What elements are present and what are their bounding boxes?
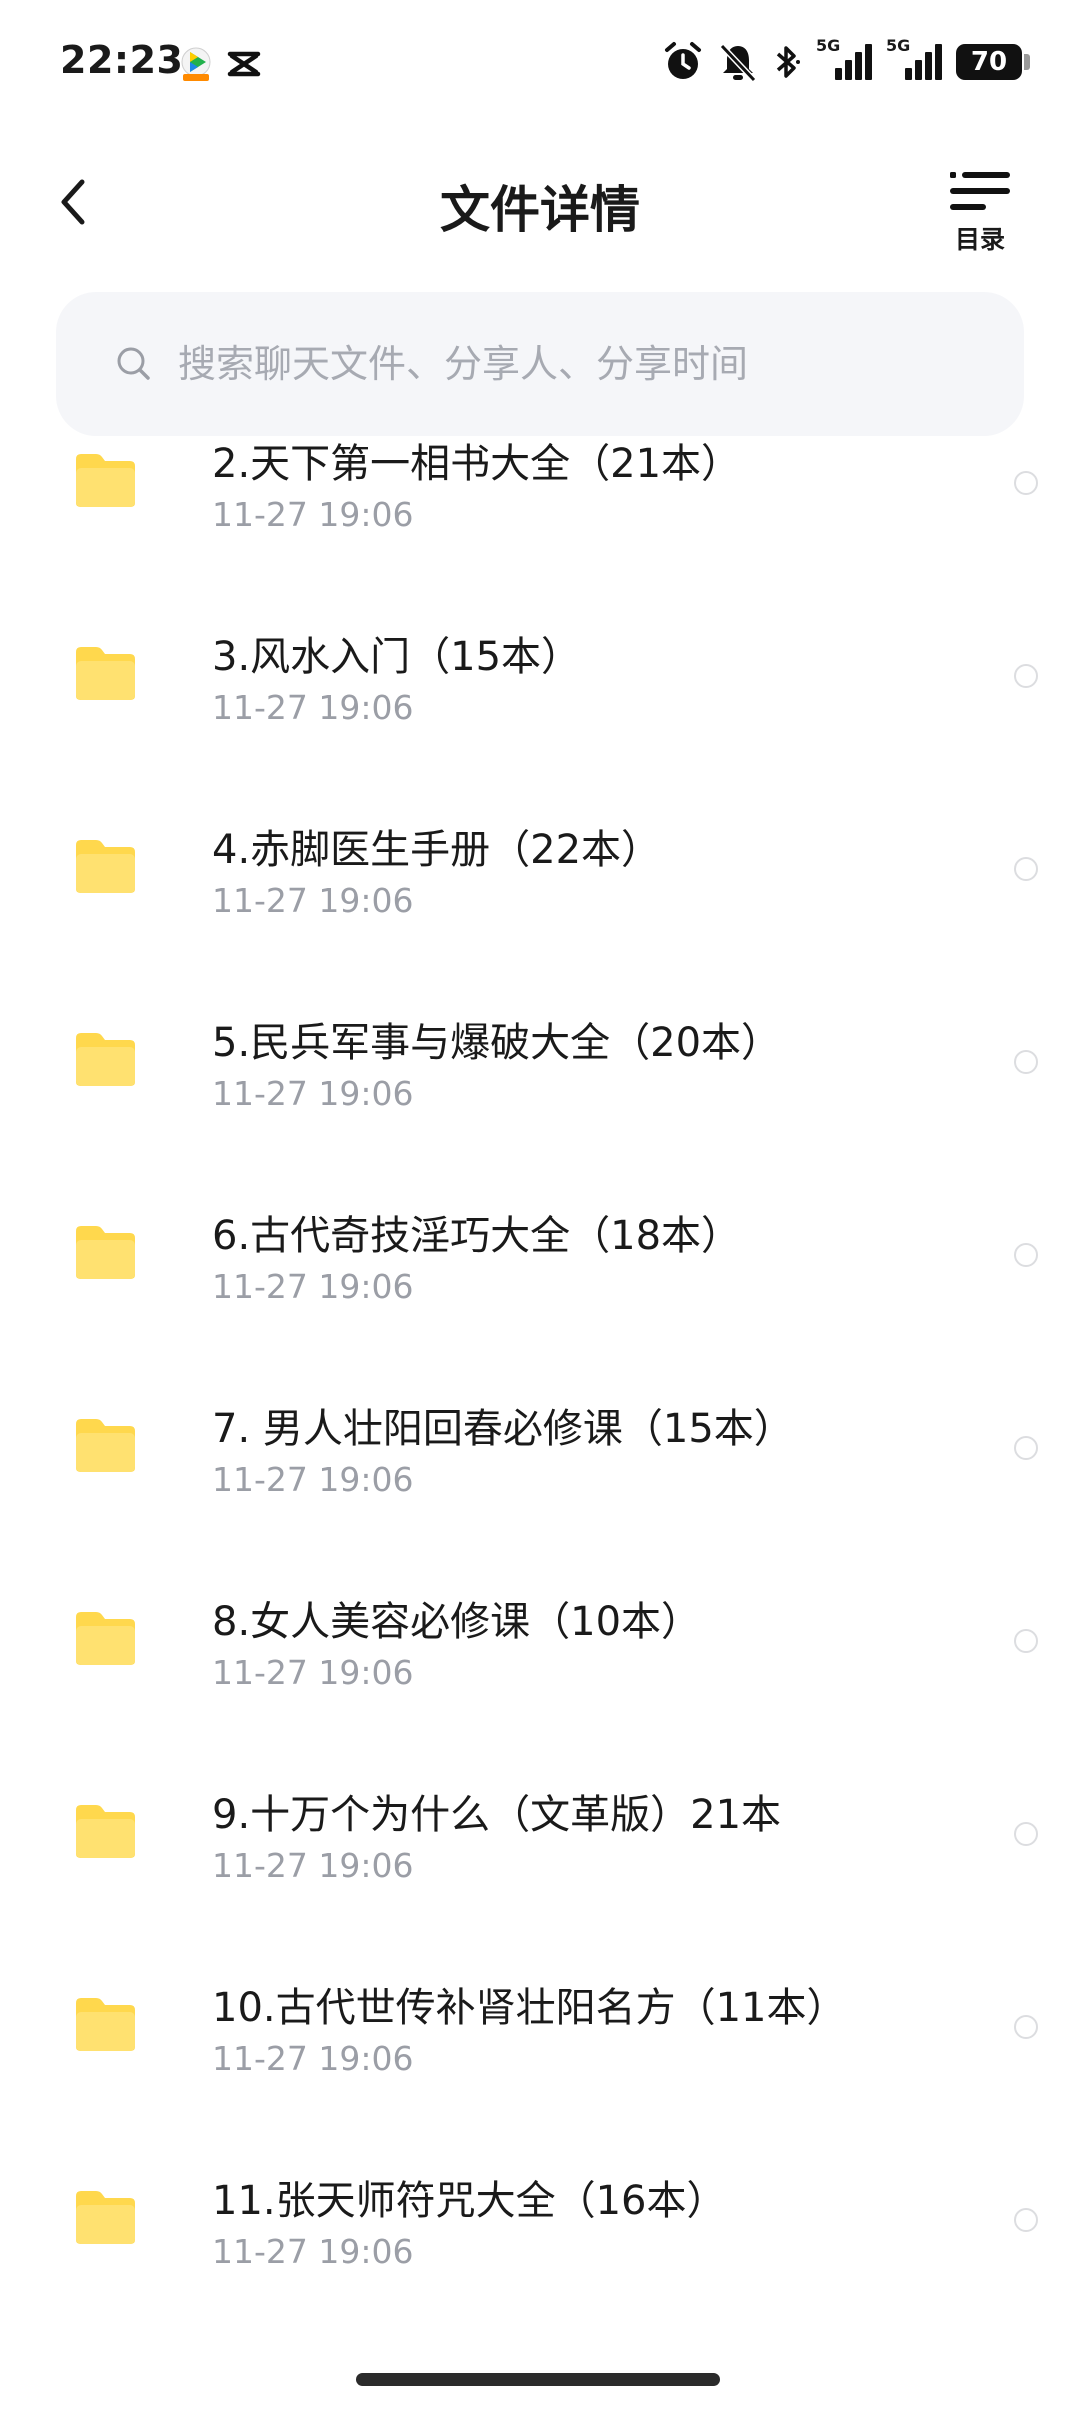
select-radio[interactable] (1014, 664, 1038, 688)
file-item[interactable]: 4.赤脚医生手册（22本） 11-27 19:06 (0, 773, 1080, 966)
select-radio[interactable] (1014, 2208, 1038, 2232)
folder-icon (76, 1805, 135, 1858)
file-date: 11-27 19:06 (212, 1460, 414, 1499)
folder-icon (76, 454, 135, 507)
folder-icon (76, 1226, 135, 1279)
search-input[interactable] (178, 342, 938, 386)
alarm-icon (665, 42, 701, 79)
signal-icon: 5G (886, 36, 942, 84)
toc-button[interactable]: 目录 (940, 168, 1020, 254)
file-date: 11-27 19:06 (212, 495, 414, 534)
file-name: 3.风水入门（15本） (212, 634, 582, 680)
file-item[interactable]: 5.民兵军事与爆破大全（20本） 11-27 19:06 (0, 966, 1080, 1159)
folder-icon (76, 647, 135, 700)
file-date: 11-27 19:06 (212, 1653, 414, 1692)
select-radio[interactable] (1014, 857, 1038, 881)
file-date: 11-27 19:06 (212, 1846, 414, 1885)
file-item[interactable]: 2.天下第一相书大全（21本） 11-27 19:06 (0, 436, 1080, 580)
file-date: 11-27 19:06 (212, 2232, 414, 2271)
select-radio[interactable] (1014, 1243, 1038, 1267)
file-date: 11-27 19:06 (212, 688, 414, 727)
home-indicator[interactable] (356, 2373, 720, 2386)
bell-off-icon (719, 43, 757, 83)
folder-icon (76, 1033, 135, 1086)
status-time: 22:23 (60, 38, 184, 82)
file-name: 7. 男人壮阳回春必修课（15本） (212, 1406, 794, 1452)
battery-icon: 70 (956, 44, 1030, 80)
file-item[interactable]: 6.古代奇技淫巧大全（18本） 11-27 19:06 (0, 1159, 1080, 1352)
select-radio[interactable] (1014, 2015, 1038, 2039)
list-icon (950, 172, 1010, 210)
search-icon (117, 347, 150, 380)
app-header: 文件详情 目录 (0, 150, 1080, 260)
file-name: 9.十万个为什么（文革版）21本 (212, 1792, 782, 1838)
file-item[interactable]: 10.古代世传补肾壮阳名方（11本） 11-27 19:06 (0, 1931, 1080, 2124)
select-radio[interactable] (1014, 471, 1038, 495)
page-title: 文件详情 (440, 181, 640, 239)
signal-icon: 5G (816, 36, 872, 84)
file-date: 11-27 19:06 (212, 881, 414, 920)
file-name: 6.古代奇技淫巧大全（18本） (212, 1213, 742, 1259)
file-name: 11.张天师符咒大全（16本） (212, 2178, 727, 2224)
folder-icon (76, 1998, 135, 2051)
status-icons: 5G 5G 70 (662, 36, 1030, 86)
file-item[interactable]: 3.风水入门（15本） 11-27 19:06 (0, 580, 1080, 773)
file-name: 4.赤脚医生手册（22本） (212, 827, 662, 873)
folder-icon (76, 840, 135, 893)
bluetooth-icon (776, 46, 800, 78)
file-item[interactable]: 7. 男人壮阳回春必修课（15本） 11-27 19:06 (0, 1352, 1080, 1545)
file-date: 11-27 19:06 (212, 2039, 414, 2078)
file-item[interactable]: 8.女人美容必修课（10本） 11-27 19:06 (0, 1545, 1080, 1738)
folder-icon (76, 1612, 135, 1665)
folder-icon (76, 2191, 135, 2244)
file-name: 8.女人美容必修课（10本） (212, 1599, 702, 1645)
file-name: 5.民兵军事与爆破大全（20本） (212, 1020, 782, 1066)
file-name: 10.古代世传补肾壮阳名方（11本） (212, 1985, 847, 2031)
search-box[interactable] (56, 292, 1024, 436)
select-radio[interactable] (1014, 1050, 1038, 1074)
folder-icon (76, 1419, 135, 1472)
file-item[interactable]: 11.张天师符咒大全（16本） 11-27 19:06 (0, 2124, 1080, 2317)
battery-level: 70 (970, 47, 1008, 77)
file-date: 11-27 19:06 (212, 1267, 414, 1306)
status-bar: 22:23 5G 5G 70 (0, 0, 1080, 120)
toc-label: 目录 (954, 225, 1005, 254)
select-radio[interactable] (1014, 1436, 1038, 1460)
media-app-icon (181, 47, 211, 81)
file-date: 11-27 19:06 (212, 1074, 414, 1113)
file-item[interactable]: 9.十万个为什么（文革版）21本 11-27 19:06 (0, 1738, 1080, 1931)
file-list: 1.千古奇书系列11-27 19:062.天下第一相书大全（21本）11-27 … (0, 436, 1080, 2364)
capcut-icon (227, 51, 261, 77)
select-radio[interactable] (1014, 1822, 1038, 1846)
select-radio[interactable] (1014, 1629, 1038, 1653)
file-name: 2.天下第一相书大全（21本） (212, 441, 742, 487)
